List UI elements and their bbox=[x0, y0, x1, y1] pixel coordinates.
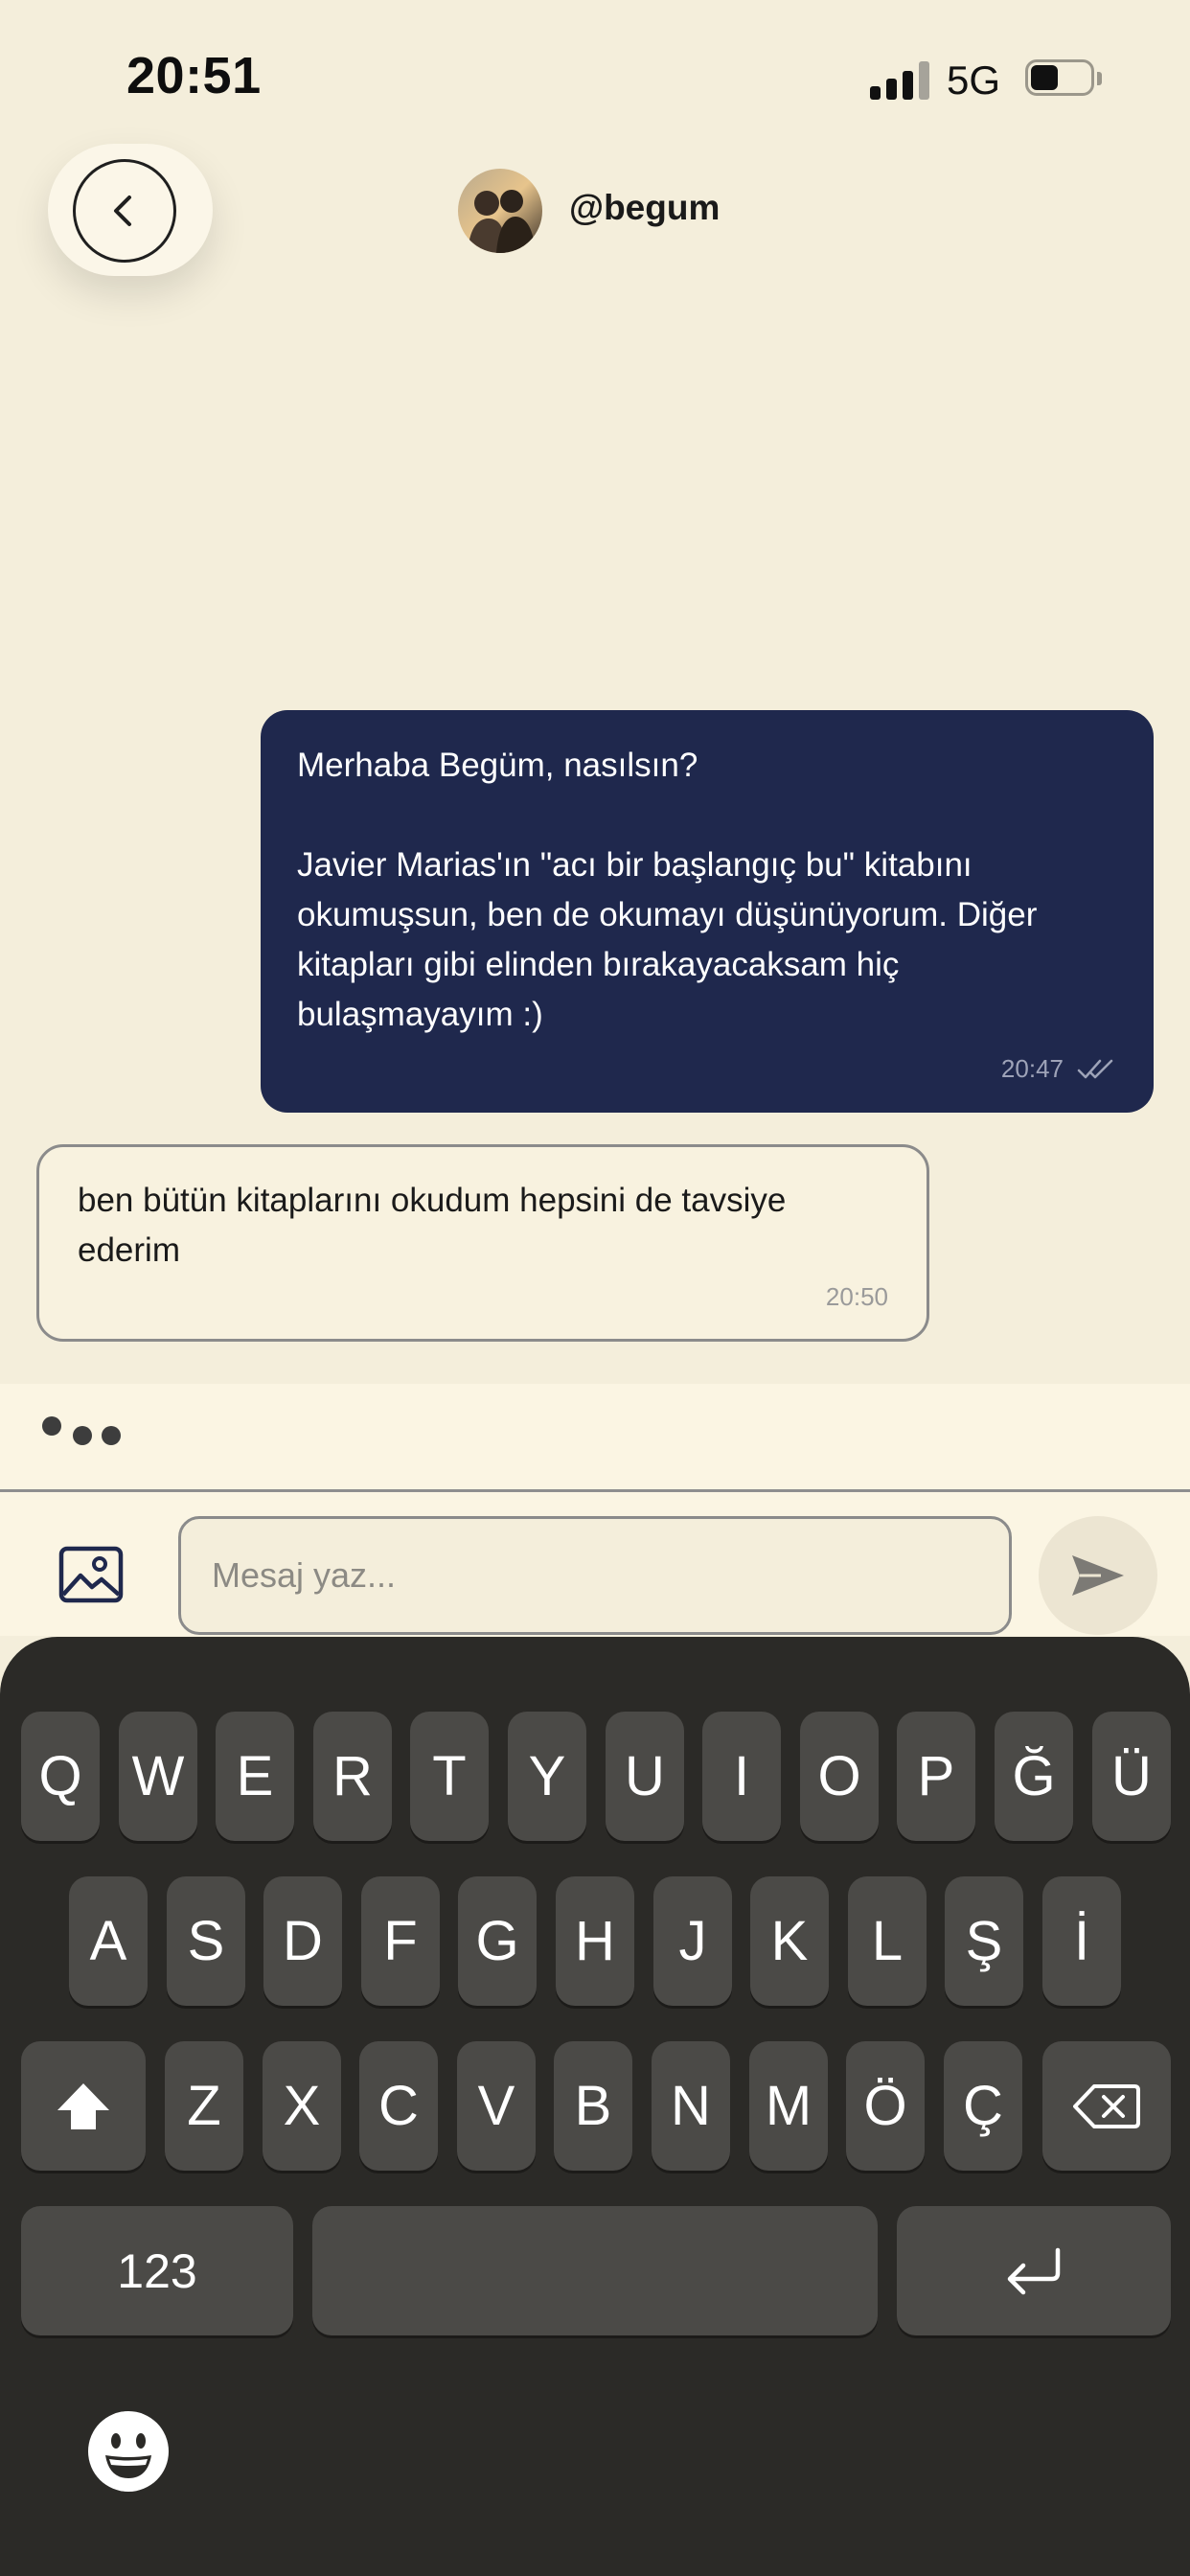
backspace-key[interactable] bbox=[1042, 2041, 1171, 2171]
typing-dot bbox=[42, 1416, 61, 1436]
chevron-left-icon bbox=[114, 196, 131, 226]
cellular-signal-icon bbox=[870, 59, 931, 100]
typing-dot bbox=[73, 1426, 92, 1445]
message-time: 20:50 bbox=[825, 1282, 888, 1311]
key-v[interactable]: V bbox=[457, 2041, 536, 2171]
key-p[interactable]: P bbox=[897, 1712, 975, 1841]
message-meta: 20:47 bbox=[1001, 1054, 1115, 1084]
battery-icon bbox=[1025, 59, 1106, 100]
key-l[interactable]: L bbox=[848, 1876, 927, 2006]
key-h[interactable]: H bbox=[556, 1876, 634, 2006]
key-m[interactable]: M bbox=[749, 2041, 828, 2171]
typing-indicator bbox=[0, 1384, 1190, 1489]
key-i̇[interactable]: İ bbox=[1042, 1876, 1121, 2006]
outgoing-message[interactable]: Merhaba Begüm, nasılsın? Javier Marias'ı… bbox=[261, 710, 1154, 1113]
send-icon bbox=[1072, 1555, 1124, 1596]
key-d[interactable]: D bbox=[263, 1876, 342, 2006]
key-ç[interactable]: Ç bbox=[944, 2041, 1022, 2171]
key-t[interactable]: T bbox=[410, 1712, 489, 1841]
backspace-icon bbox=[1073, 2083, 1140, 2128]
typing-dot bbox=[102, 1426, 121, 1445]
image-icon bbox=[58, 1546, 124, 1603]
back-button[interactable] bbox=[73, 159, 176, 263]
key-g[interactable]: G bbox=[458, 1876, 537, 2006]
double-check-icon bbox=[1077, 1059, 1113, 1078]
key-ö[interactable]: Ö bbox=[846, 2041, 925, 2171]
send-button[interactable] bbox=[1039, 1516, 1157, 1635]
return-icon bbox=[1007, 2247, 1061, 2294]
key-f[interactable]: F bbox=[361, 1876, 440, 2006]
network-type: 5G bbox=[947, 58, 1001, 103]
return-key[interactable] bbox=[897, 2206, 1171, 2335]
key-i[interactable]: I bbox=[702, 1712, 781, 1841]
message-text: Merhaba Begüm, nasılsın? Javier Marias'ı… bbox=[297, 747, 1038, 1033]
key-a[interactable]: A bbox=[69, 1876, 148, 2006]
key-o[interactable]: O bbox=[800, 1712, 879, 1841]
message-input[interactable] bbox=[178, 1516, 1012, 1635]
numbers-key[interactable]: 123 bbox=[21, 2206, 293, 2335]
key-u[interactable]: U bbox=[606, 1712, 684, 1841]
key-y[interactable]: Y bbox=[508, 1712, 586, 1841]
shift-icon bbox=[57, 2082, 109, 2129]
incoming-message[interactable]: ben bütün kitaplarını okudum hepsini de … bbox=[36, 1144, 929, 1342]
space-key[interactable] bbox=[312, 2206, 878, 2335]
chat-username[interactable]: @begum bbox=[569, 188, 720, 228]
key-x[interactable]: X bbox=[263, 2041, 341, 2171]
key-c[interactable]: C bbox=[359, 2041, 438, 2171]
key-e[interactable]: E bbox=[216, 1712, 294, 1841]
shift-key[interactable] bbox=[21, 2041, 146, 2171]
key-ğ[interactable]: Ğ bbox=[995, 1712, 1073, 1841]
key-b[interactable]: B bbox=[554, 2041, 632, 2171]
key-q[interactable]: Q bbox=[21, 1712, 100, 1841]
key-k[interactable]: K bbox=[750, 1876, 829, 2006]
key-s[interactable]: S bbox=[167, 1876, 245, 2006]
key-n[interactable]: N bbox=[652, 2041, 730, 2171]
key-w[interactable]: W bbox=[119, 1712, 197, 1841]
key-ü[interactable]: Ü bbox=[1092, 1712, 1171, 1841]
avatar[interactable] bbox=[458, 169, 542, 253]
message-time: 20:47 bbox=[1000, 1054, 1064, 1083]
key-j[interactable]: J bbox=[653, 1876, 732, 2006]
key-z[interactable]: Z bbox=[165, 2041, 243, 2171]
attach-image-button[interactable] bbox=[57, 1545, 125, 1604]
message-text: ben bütün kitaplarını okudum hepsini de … bbox=[78, 1182, 787, 1269]
emoji-icon bbox=[88, 2411, 169, 2492]
key-r[interactable]: R bbox=[313, 1712, 392, 1841]
emoji-button[interactable] bbox=[86, 2409, 171, 2494]
status-time: 20:51 bbox=[126, 47, 262, 104]
key-ş[interactable]: Ş bbox=[945, 1876, 1023, 2006]
